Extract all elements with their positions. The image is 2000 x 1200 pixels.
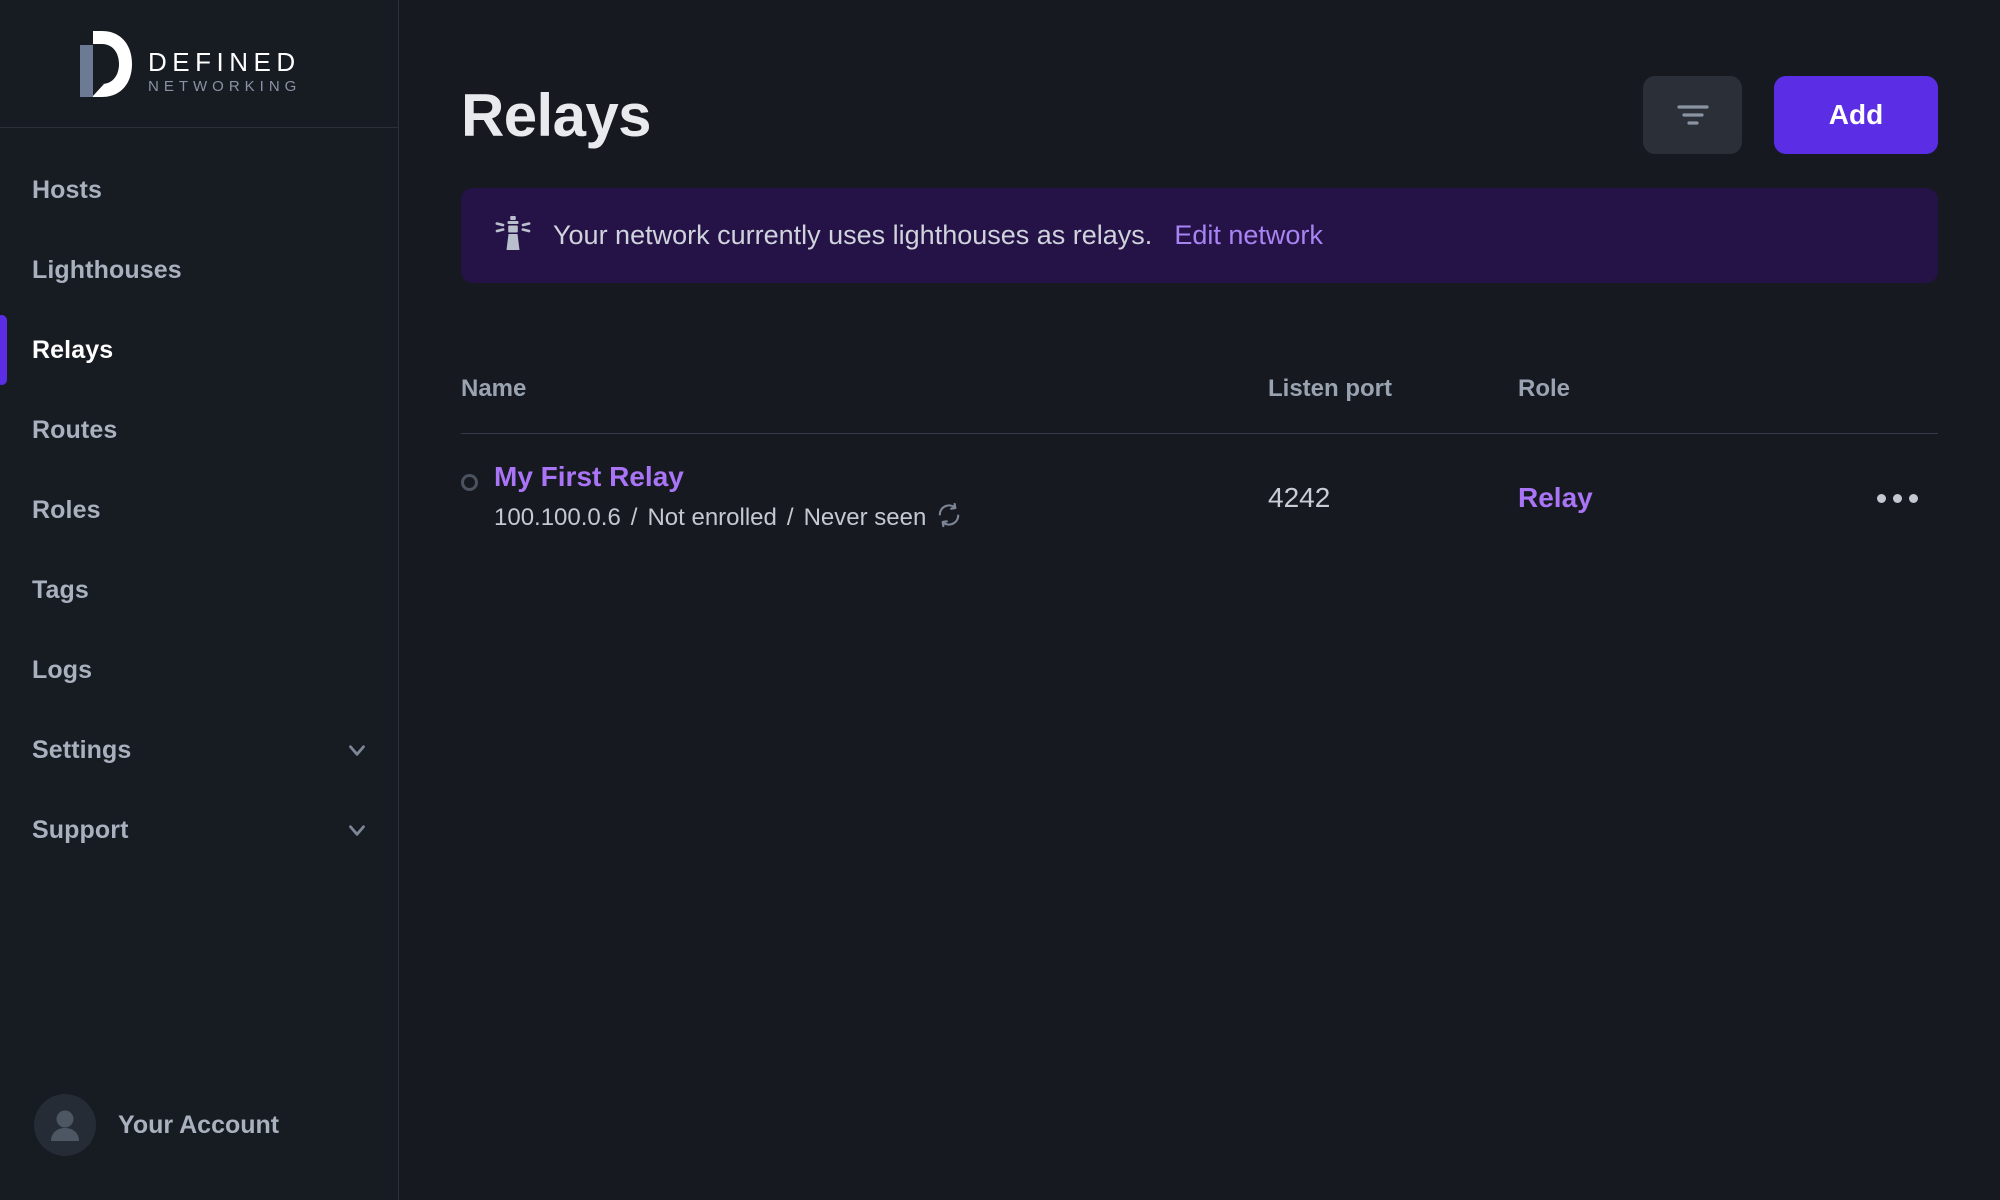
relay-meta: 100.100.0.6 / Not enrolled / Never seen xyxy=(494,502,962,535)
lighthouse-relay-banner: Your network currently uses lighthouses … xyxy=(461,188,1938,283)
relay-role-cell: Relay xyxy=(1518,482,1848,514)
table-row: My First Relay 100.100.0.6 / Not enrolle… xyxy=(461,434,1938,544)
meta-separator: / xyxy=(786,504,794,532)
relay-enrollment-status: Not enrolled xyxy=(647,504,777,532)
sidebar-item-label: Roles xyxy=(32,495,101,524)
sidebar: DEFINED NETWORKING Hosts Lighthouses Rel… xyxy=(0,0,399,1200)
sidebar-nav: Hosts Lighthouses Relays Routes Roles Ta… xyxy=(0,128,398,1050)
sidebar-item-tags[interactable]: Tags xyxy=(0,550,398,630)
account-button[interactable]: Your Account xyxy=(0,1050,398,1200)
add-button[interactable]: Add xyxy=(1774,76,1938,154)
column-header-name: Name xyxy=(461,375,527,402)
main-content: Relays Add Your network currently uses l… xyxy=(399,0,2000,1200)
relay-name-cell: My First Relay 100.100.0.6 / Not enrolle… xyxy=(461,461,1268,534)
relay-last-seen: Never seen xyxy=(803,504,927,532)
brand-header[interactable]: DEFINED NETWORKING xyxy=(0,0,398,128)
kebab-menu-icon[interactable] xyxy=(1873,484,1922,513)
sidebar-item-settings[interactable]: Settings xyxy=(0,710,398,790)
sidebar-item-label: Lighthouses xyxy=(32,255,182,284)
brand-name-primary: DEFINED xyxy=(148,46,301,77)
filter-icon xyxy=(1674,99,1712,132)
account-label: Your Account xyxy=(118,1110,280,1139)
chevron-down-icon xyxy=(344,817,370,843)
sidebar-item-hosts[interactable]: Hosts xyxy=(0,150,398,230)
app-root: DEFINED NETWORKING Hosts Lighthouses Rel… xyxy=(0,0,2000,1200)
refresh-icon[interactable] xyxy=(936,502,962,535)
status-offline-icon xyxy=(461,474,478,492)
chevron-down-icon xyxy=(344,737,370,763)
sidebar-item-label: Support xyxy=(32,815,129,844)
sidebar-item-support[interactable]: Support xyxy=(0,790,398,870)
sidebar-item-relays[interactable]: Relays xyxy=(0,310,398,390)
column-header-listen-port: Listen port xyxy=(1268,375,1392,402)
sidebar-item-label: Tags xyxy=(32,575,89,604)
filter-button[interactable] xyxy=(1643,76,1742,154)
sidebar-item-label: Settings xyxy=(32,735,132,764)
relays-table: Name Listen port Role My First Relay 100… xyxy=(461,375,1938,544)
table-header-row: Name Listen port Role xyxy=(461,375,1938,434)
header-actions: Add xyxy=(1643,76,1938,154)
sidebar-item-logs[interactable]: Logs xyxy=(0,630,398,710)
relay-name-link[interactable]: My First Relay xyxy=(494,461,962,493)
relay-ip: 100.100.0.6 xyxy=(494,504,621,532)
sidebar-item-label: Routes xyxy=(32,415,118,444)
banner-text: Your network currently uses lighthouses … xyxy=(553,220,1153,250)
sidebar-item-lighthouses[interactable]: Lighthouses xyxy=(0,230,398,310)
sidebar-item-routes[interactable]: Routes xyxy=(0,390,398,470)
sidebar-item-label: Hosts xyxy=(32,175,102,204)
column-header-role: Role xyxy=(1518,375,1571,402)
edit-network-link[interactable]: Edit network xyxy=(1174,220,1323,251)
user-avatar-icon xyxy=(34,1094,96,1156)
meta-separator: / xyxy=(630,504,638,532)
sidebar-item-roles[interactable]: Roles xyxy=(0,470,398,550)
sidebar-item-label: Relays xyxy=(32,335,114,364)
relay-actions-cell xyxy=(1848,484,1938,513)
relay-listen-port: 4242 xyxy=(1268,482,1331,513)
brand-name-secondary: NETWORKING xyxy=(148,77,302,95)
lighthouse-icon xyxy=(495,214,531,257)
active-indicator xyxy=(0,315,7,385)
relay-role-link[interactable]: Relay xyxy=(1518,482,1593,513)
defined-networking-logo-icon xyxy=(76,30,132,97)
sidebar-item-label: Logs xyxy=(32,655,93,684)
page-header: Relays Add xyxy=(461,0,1938,164)
page-title: Relays xyxy=(461,81,651,149)
